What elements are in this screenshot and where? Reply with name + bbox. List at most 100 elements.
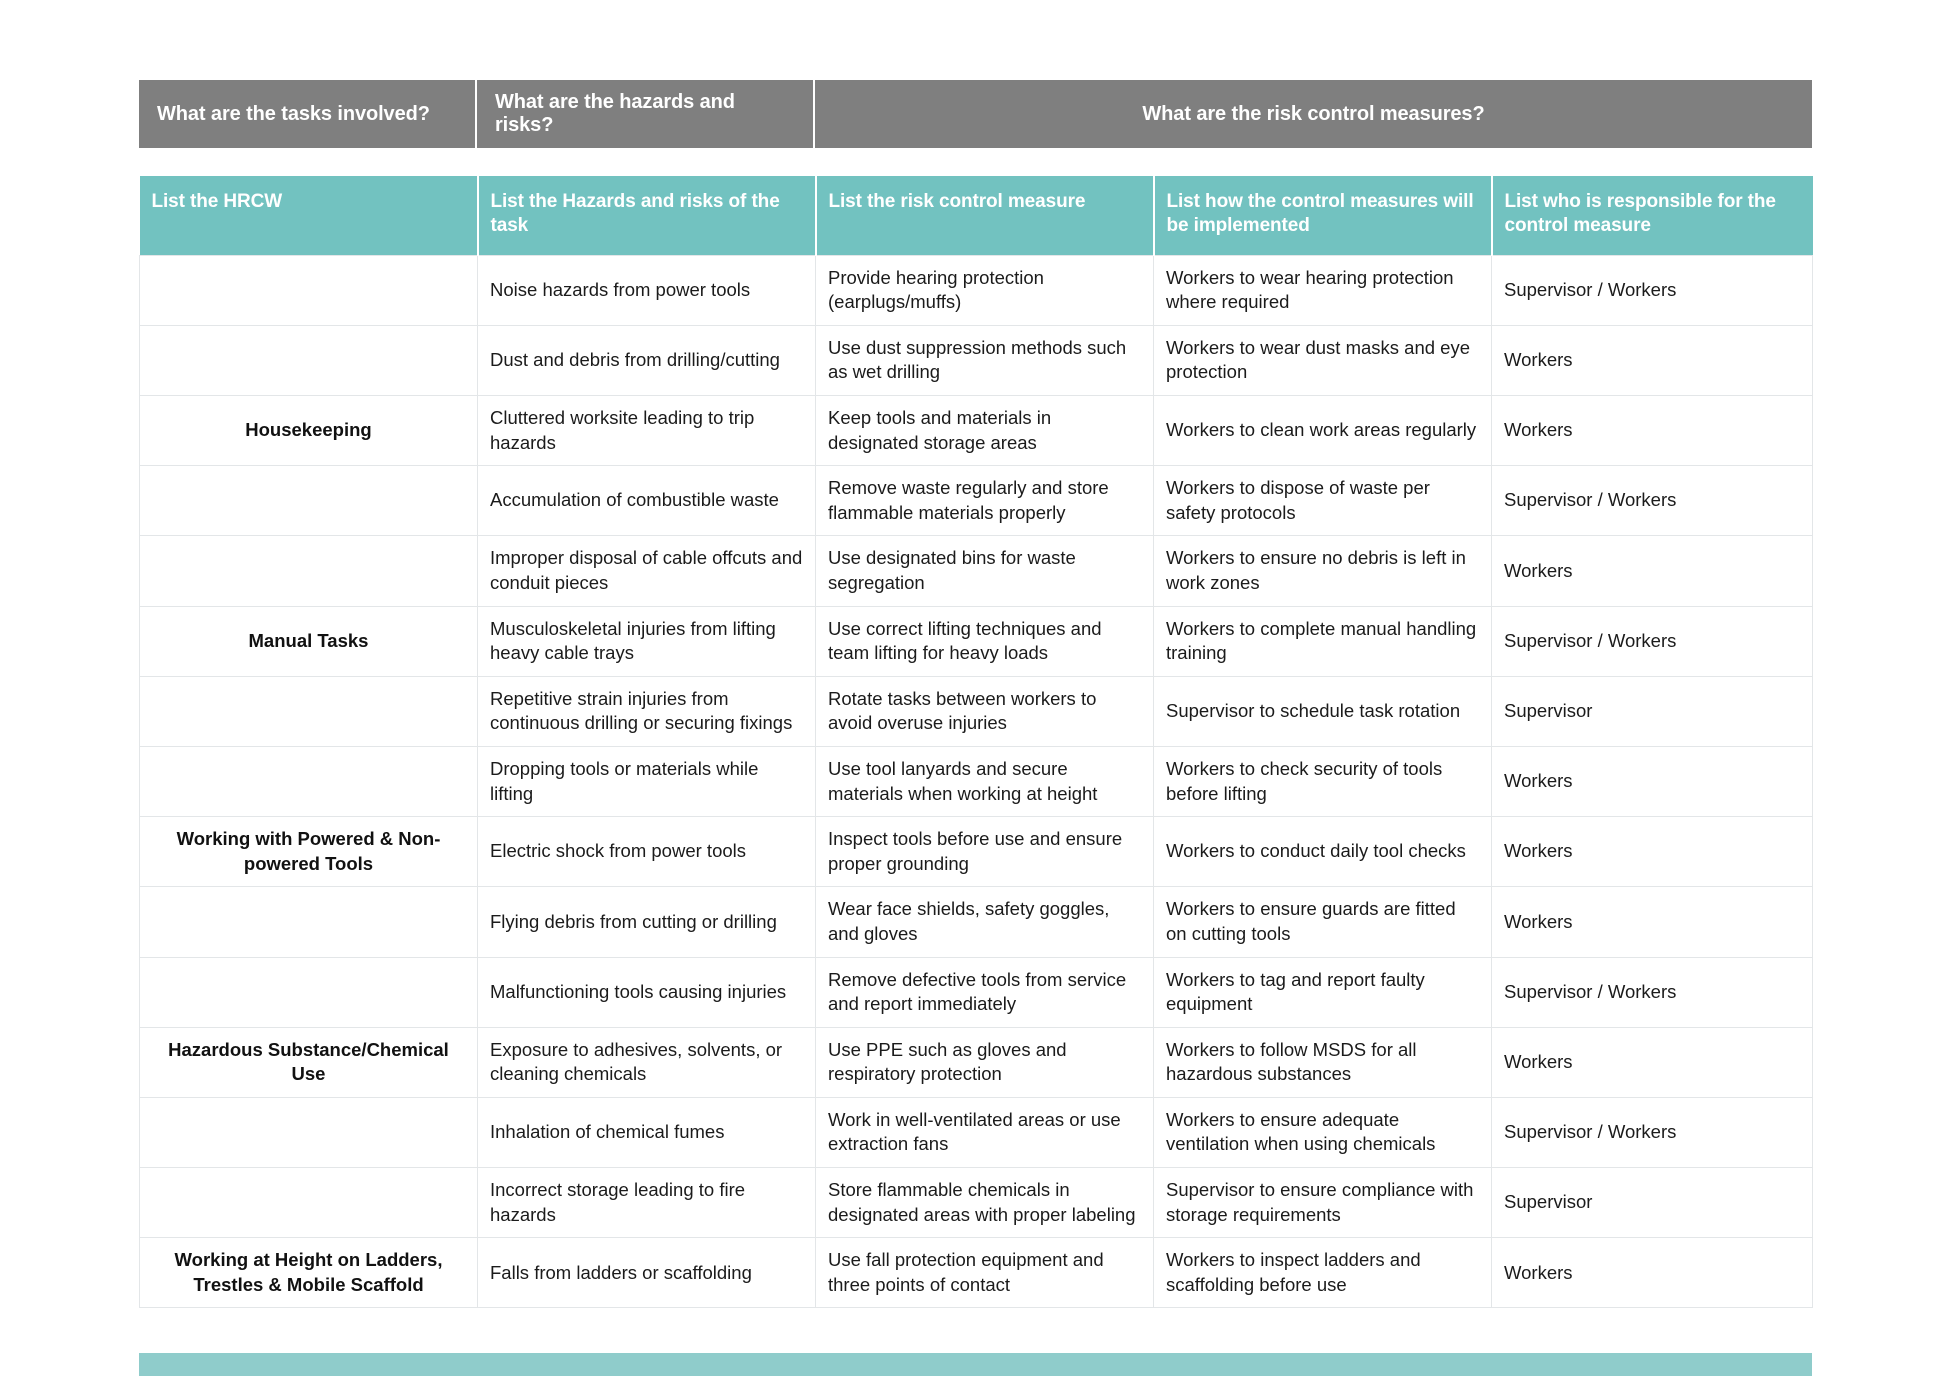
column-header-control-measure: List the risk control measure: [815, 176, 1155, 256]
cell-implementation: Workers to dispose of waste per safety p…: [1153, 465, 1492, 537]
cell-implementation: Workers to ensure adequate ventilation w…: [1153, 1096, 1492, 1169]
table-row: Noise hazards from power tools Provide he…: [139, 254, 1813, 326]
cell-responsible: Workers: [1491, 1237, 1813, 1309]
risk-assessment-table: List the HRCW List the Hazards and risks…: [139, 176, 1813, 1309]
cell-control-measure: Wear face shields, safety goggles, and g…: [815, 886, 1154, 958]
table-row: Incorrect storage leading to fire hazard…: [139, 1167, 1813, 1239]
cell-task: [139, 956, 478, 1028]
cell-hazard: Cluttered worksite leading to trip hazar…: [477, 394, 816, 467]
cell-implementation: Workers to wear dust masks and eye prote…: [1153, 324, 1492, 397]
cell-responsible: Workers: [1491, 745, 1813, 818]
cell-task: Working at Height on Ladders, Trestles &…: [139, 1237, 478, 1309]
cell-task: [139, 535, 478, 607]
cell-implementation: Supervisor to schedule task rotation: [1153, 675, 1492, 747]
cell-hazard: Improper disposal of cable offcuts and c…: [477, 535, 816, 607]
table-row: Hazardous Substance/Chemical Use Exposure…: [139, 1026, 1813, 1098]
column-header-hrcw: List the HRCW: [139, 176, 479, 256]
top-banner: What are the tasks involved? What are th…: [139, 80, 1812, 148]
cell-hazard: Musculoskeletal injuries from lifting he…: [477, 605, 816, 677]
cell-control-measure: Remove defective tools from service and …: [815, 956, 1154, 1028]
cell-hazard: Repetitive strain injuries from continuo…: [477, 675, 816, 747]
cell-control-measure: Work in well-ventilated areas or use ext…: [815, 1096, 1154, 1169]
table-row: Flying debris from cutting or drilling We…: [139, 886, 1813, 958]
table-row: Malfunctioning tools causing injuries Rem…: [139, 956, 1813, 1028]
table-row: Dust and debris from drilling/cutting Use…: [139, 324, 1813, 397]
banner-cell-hazards: What are the hazards and risks?: [477, 80, 815, 148]
table-row: Working at Height on Ladders, Trestles &…: [139, 1237, 1813, 1309]
cell-task: Housekeeping: [139, 394, 478, 467]
cell-control-measure: Use correct lifting techniques and team …: [815, 605, 1154, 677]
table-row: Manual Tasks Musculoskeletal injuries fro…: [139, 605, 1813, 677]
banner-cell-tasks: What are the tasks involved?: [139, 80, 477, 148]
cell-hazard: Flying debris from cutting or drilling: [477, 886, 816, 958]
banner-label-tasks: What are the tasks involved?: [157, 102, 430, 125]
banner-label-hazards: What are the hazards and risks?: [495, 91, 735, 136]
banner-label-controls: What are the risk control measures?: [1142, 102, 1485, 125]
cell-implementation: Workers to conduct daily tool checks: [1153, 816, 1492, 888]
cell-implementation: Workers to tag and report faulty equipme…: [1153, 956, 1492, 1028]
cell-responsible: Workers: [1491, 1026, 1813, 1098]
table-row: Improper disposal of cable offcuts and c…: [139, 535, 1813, 607]
cell-task: Manual Tasks: [139, 605, 478, 677]
cell-task: [139, 886, 478, 958]
cell-control-measure: Rotate tasks between workers to avoid ov…: [815, 675, 1154, 747]
cell-task: [139, 465, 478, 537]
cell-hazard: Dust and debris from drilling/cutting: [477, 324, 816, 397]
cell-implementation: Workers to ensure guards are fitted on c…: [1153, 886, 1492, 958]
cell-control-measure: Remove waste regularly and store flammab…: [815, 465, 1154, 537]
cell-implementation: Workers to check security of tools befor…: [1153, 745, 1492, 818]
cell-control-measure: Keep tools and materials in designated s…: [815, 394, 1154, 467]
cell-responsible: Supervisor: [1491, 675, 1813, 747]
table-row: Dropping tools or materials while liftin…: [139, 745, 1813, 818]
cell-control-measure: Use tool lanyards and secure materials w…: [815, 745, 1154, 818]
cell-task: [139, 254, 478, 326]
cell-control-measure: Use fall protection equipment and three …: [815, 1237, 1154, 1309]
cell-control-measure: Provide hearing protection (earplugs/muf…: [815, 254, 1154, 326]
cell-implementation: Workers to ensure no debris is left in w…: [1153, 535, 1492, 607]
cell-responsible: Supervisor / Workers: [1491, 465, 1813, 537]
cell-implementation: Workers to follow MSDS for all hazardous…: [1153, 1026, 1492, 1098]
cell-responsible: Supervisor: [1491, 1167, 1813, 1239]
column-header-implementation: List how the control measures will be im…: [1153, 176, 1493, 256]
document-page: What are the tasks involved? What are th…: [0, 0, 1946, 1376]
cell-control-measure: Use PPE such as gloves and respiratory p…: [815, 1026, 1154, 1098]
cell-control-measure: Use designated bins for waste segregatio…: [815, 535, 1154, 607]
cell-responsible: Supervisor / Workers: [1491, 605, 1813, 677]
cell-hazard: Accumulation of combustible waste: [477, 465, 816, 537]
cell-hazard: Malfunctioning tools causing injuries: [477, 956, 816, 1028]
cell-hazard: Dropping tools or materials while liftin…: [477, 745, 816, 818]
table-row: Housekeeping Cluttered worksite leading t…: [139, 394, 1813, 467]
cell-task: [139, 324, 478, 397]
next-section-bar: [139, 1353, 1812, 1376]
cell-task: [139, 1096, 478, 1169]
cell-hazard: Falls from ladders or scaffolding: [477, 1237, 816, 1309]
cell-task: Hazardous Substance/Chemical Use: [139, 1026, 478, 1098]
cell-control-measure: Store flammable chemicals in designated …: [815, 1167, 1154, 1239]
cell-responsible: Supervisor / Workers: [1491, 254, 1813, 326]
cell-hazard: Exposure to adhesives, solvents, or clea…: [477, 1026, 816, 1098]
cell-implementation: Workers to wear hearing protection where…: [1153, 254, 1492, 326]
cell-responsible: Workers: [1491, 886, 1813, 958]
column-header-responsible: List who is responsible for the control …: [1491, 176, 1813, 256]
cell-control-measure: Inspect tools before use and ensure prop…: [815, 816, 1154, 888]
cell-task: [139, 1167, 478, 1239]
cell-responsible: Workers: [1491, 816, 1813, 888]
table-body: Noise hazards from power tools Provide he…: [139, 254, 1813, 1309]
cell-implementation: Workers to complete manual handling trai…: [1153, 605, 1492, 677]
cell-task: Working with Powered & Non-powered Tools: [139, 816, 478, 888]
table-row: Accumulation of combustible waste Remove …: [139, 465, 1813, 537]
cell-responsible: Workers: [1491, 324, 1813, 397]
cell-control-measure: Use dust suppression methods such as wet…: [815, 324, 1154, 397]
cell-hazard: Incorrect storage leading to fire hazard…: [477, 1167, 816, 1239]
banner-cell-controls: What are the risk control measures?: [815, 80, 1812, 148]
table-row: Repetitive strain injuries from continuo…: [139, 675, 1813, 747]
cell-responsible: Supervisor / Workers: [1491, 1096, 1813, 1169]
table-row: Inhalation of chemical fumes Work in well…: [139, 1096, 1813, 1169]
cell-responsible: Workers: [1491, 535, 1813, 607]
table-header-row: List the HRCW List the Hazards and risks…: [139, 176, 1813, 256]
column-header-hazards: List the Hazards and risks of the task: [477, 176, 817, 256]
table-row: Working with Powered & Non-powered Tools…: [139, 816, 1813, 888]
cell-task: [139, 675, 478, 747]
cell-hazard: Inhalation of chemical fumes: [477, 1096, 816, 1169]
cell-implementation: Workers to inspect ladders and scaffoldi…: [1153, 1237, 1492, 1309]
